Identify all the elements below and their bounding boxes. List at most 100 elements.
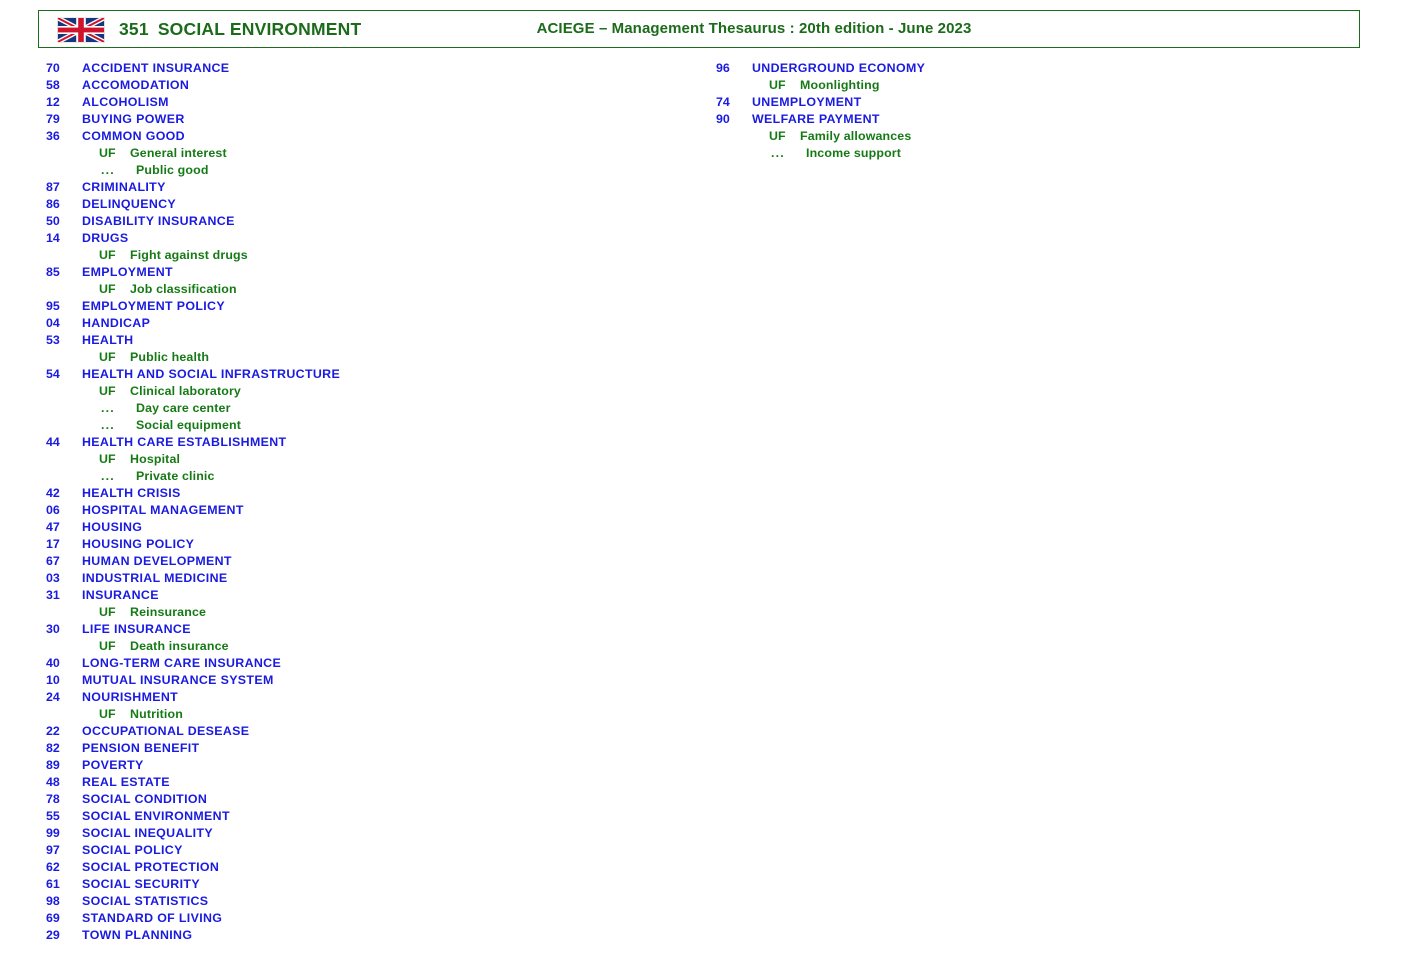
thesaurus-descriptor-row[interactable]: 22 OCCUPATIONAL DESEASE [46, 723, 686, 740]
thesaurus-descriptor-row[interactable]: 86 DELINQUENCY [46, 196, 686, 213]
descriptor-label[interactable]: ALCOHOLISM [82, 94, 169, 111]
thesaurus-descriptor-row[interactable]: 14 DRUGS [46, 230, 686, 247]
descriptor-label[interactable]: REAL ESTATE [82, 774, 170, 791]
thesaurus-descriptor-row[interactable]: 47 HOUSING [46, 519, 686, 536]
thesaurus-descriptor-row[interactable]: 53 HEALTH [46, 332, 686, 349]
thesaurus-descriptor-row[interactable]: 90 WELFARE PAYMENT [716, 111, 1356, 128]
thesaurus-descriptor-row[interactable]: 24 NOURISHMENT [46, 689, 686, 706]
thesaurus-descriptor-row[interactable]: 31 INSURANCE [46, 587, 686, 604]
thesaurus-descriptor-row[interactable]: 58 ACCOMODATION [46, 77, 686, 94]
descriptor-label[interactable]: ACCOMODATION [82, 77, 189, 94]
thesaurus-descriptor-row[interactable]: 89 POVERTY [46, 757, 686, 774]
thesaurus-descriptor-row[interactable]: 54 HEALTH AND SOCIAL INFRASTRUCTURE [46, 366, 686, 383]
descriptor-label[interactable]: OCCUPATIONAL DESEASE [82, 723, 249, 740]
thesaurus-descriptor-row[interactable]: 10 MUTUAL INSURANCE SYSTEM [46, 672, 686, 689]
descriptor-label[interactable]: LONG-TERM CARE INSURANCE [82, 655, 281, 672]
thesaurus-descriptor-row[interactable]: 36 COMMON GOOD [46, 128, 686, 145]
thesaurus-descriptor-row[interactable]: 96 UNDERGROUND ECONOMY [716, 60, 1356, 77]
thesaurus-descriptor-row[interactable]: 30 LIFE INSURANCE [46, 621, 686, 638]
descriptor-label[interactable]: HEALTH CRISIS [82, 485, 181, 502]
thesaurus-descriptor-row[interactable]: 55 SOCIAL ENVIRONMENT [46, 808, 686, 825]
thesaurus-descriptor-row[interactable]: 85 EMPLOYMENT [46, 264, 686, 281]
descriptor-label[interactable]: BUYING POWER [82, 111, 185, 128]
descriptor-label[interactable]: INDUSTRIAL MEDICINE [82, 570, 227, 587]
descriptor-label[interactable]: SOCIAL STATISTICS [82, 893, 208, 910]
thesaurus-descriptor-row[interactable]: 67 HUMAN DEVELOPMENT [46, 553, 686, 570]
thesaurus-descriptor-row[interactable]: 04 HANDICAP [46, 315, 686, 332]
thesaurus-descriptor-row[interactable]: 42 HEALTH CRISIS [46, 485, 686, 502]
descriptor-label[interactable]: HOUSING [82, 519, 142, 536]
descriptor-label[interactable]: ACCIDENT INSURANCE [82, 60, 229, 77]
thesaurus-descriptor-row[interactable]: 69 STANDARD OF LIVING [46, 910, 686, 927]
thesaurus-non-descriptor-row: UF Clinical laboratory [46, 383, 686, 400]
thesaurus-descriptor-row[interactable]: 97 SOCIAL POLICY [46, 842, 686, 859]
descriptor-label[interactable]: LIFE INSURANCE [82, 621, 191, 638]
thesaurus-descriptor-row[interactable]: 74 UNEMPLOYMENT [716, 94, 1356, 111]
descriptor-label[interactable]: HEALTH CARE ESTABLISHMENT [82, 434, 286, 451]
descriptor-label[interactable]: HOUSING POLICY [82, 536, 194, 553]
thesaurus-descriptor-row[interactable]: 44 HEALTH CARE ESTABLISHMENT [46, 434, 686, 451]
descriptor-label[interactable]: HEALTH [82, 332, 133, 349]
thesaurus-non-descriptor-row: UF Moonlighting [716, 77, 1356, 94]
descriptor-label[interactable]: SOCIAL CONDITION [82, 791, 207, 808]
thesaurus-descriptor-row[interactable]: 29 TOWN PLANNING [46, 927, 686, 944]
descriptor-label[interactable]: UNDERGROUND ECONOMY [752, 60, 925, 77]
continuation-marker: ... [101, 469, 115, 483]
non-descriptor-label: Hospital [130, 452, 181, 466]
entry-code: 22 [46, 724, 60, 738]
thesaurus-source-label: ACIEGE – Management Thesaurus : 20th edi… [536, 20, 972, 37]
descriptor-label[interactable]: EMPLOYMENT [82, 264, 173, 281]
thesaurus-descriptor-row[interactable]: 82 PENSION BENEFIT [46, 740, 686, 757]
thesaurus-descriptor-row[interactable]: 40 LONG-TERM CARE INSURANCE [46, 655, 686, 672]
descriptor-label[interactable]: DISABILITY INSURANCE [82, 213, 235, 230]
thesaurus-descriptor-row[interactable]: 78 SOCIAL CONDITION [46, 791, 686, 808]
non-descriptor-label: Moonlighting [800, 78, 880, 92]
entry-code: 99 [46, 826, 60, 840]
thesaurus-descriptor-row[interactable]: 50 DISABILITY INSURANCE [46, 213, 686, 230]
descriptor-label[interactable]: NOURISHMENT [82, 689, 178, 706]
descriptor-label[interactable]: COMMON GOOD [82, 128, 185, 145]
thesaurus-descriptor-row[interactable]: 06 HOSPITAL MANAGEMENT [46, 502, 686, 519]
descriptor-label[interactable]: STANDARD OF LIVING [82, 910, 222, 927]
descriptor-label[interactable]: HEALTH AND SOCIAL INFRASTRUCTURE [82, 366, 340, 383]
descriptor-label[interactable]: DRUGS [82, 230, 129, 247]
descriptor-label[interactable]: HOSPITAL MANAGEMENT [82, 502, 244, 519]
descriptor-label[interactable]: TOWN PLANNING [82, 927, 192, 944]
thesaurus-descriptor-row[interactable]: 12 ALCOHOLISM [46, 94, 686, 111]
uf-marker: UF [769, 129, 786, 143]
descriptor-label[interactable]: SOCIAL PROTECTION [82, 859, 219, 876]
descriptor-label[interactable]: MUTUAL INSURANCE SYSTEM [82, 672, 274, 689]
descriptor-label[interactable]: SOCIAL INEQUALITY [82, 825, 213, 842]
descriptor-label[interactable]: SOCIAL SECURITY [82, 876, 200, 893]
entry-code: 31 [46, 588, 60, 602]
descriptor-label[interactable]: EMPLOYMENT POLICY [82, 298, 225, 315]
thesaurus-descriptor-row[interactable]: 62 SOCIAL PROTECTION [46, 859, 686, 876]
descriptor-label[interactable]: UNEMPLOYMENT [752, 94, 862, 111]
descriptor-label[interactable]: DELINQUENCY [82, 196, 176, 213]
uf-marker: UF [99, 452, 116, 466]
descriptor-label[interactable]: POVERTY [82, 757, 144, 774]
descriptor-label[interactable]: HUMAN DEVELOPMENT [82, 553, 232, 570]
thesaurus-descriptor-row[interactable]: 70 ACCIDENT INSURANCE [46, 60, 686, 77]
descriptor-label[interactable]: CRIMINALITY [82, 179, 166, 196]
thesaurus-descriptor-row[interactable]: 03 INDUSTRIAL MEDICINE [46, 570, 686, 587]
descriptor-label[interactable]: SOCIAL POLICY [82, 842, 183, 859]
thesaurus-descriptor-row[interactable]: 48 REAL ESTATE [46, 774, 686, 791]
descriptor-label[interactable]: HANDICAP [82, 315, 150, 332]
descriptor-label[interactable]: INSURANCE [82, 587, 159, 604]
entry-code: 04 [46, 316, 60, 330]
descriptor-label[interactable]: PENSION BENEFIT [82, 740, 199, 757]
descriptor-label[interactable]: SOCIAL ENVIRONMENT [82, 808, 230, 825]
thesaurus-descriptor-row[interactable]: 98 SOCIAL STATISTICS [46, 893, 686, 910]
entry-code: 67 [46, 554, 60, 568]
thesaurus-descriptor-row[interactable]: 87 CRIMINALITY [46, 179, 686, 196]
descriptor-label[interactable]: WELFARE PAYMENT [752, 111, 880, 128]
thesaurus-descriptor-row[interactable]: 79 BUYING POWER [46, 111, 686, 128]
thesaurus-descriptor-row[interactable]: 17 HOUSING POLICY [46, 536, 686, 553]
entry-code: 78 [46, 792, 60, 806]
thesaurus-non-descriptor-row: UF Reinsurance [46, 604, 686, 621]
entry-code: 30 [46, 622, 60, 636]
thesaurus-descriptor-row[interactable]: 95 EMPLOYMENT POLICY [46, 298, 686, 315]
thesaurus-descriptor-row[interactable]: 61 SOCIAL SECURITY [46, 876, 686, 893]
thesaurus-descriptor-row[interactable]: 99 SOCIAL INEQUALITY [46, 825, 686, 842]
